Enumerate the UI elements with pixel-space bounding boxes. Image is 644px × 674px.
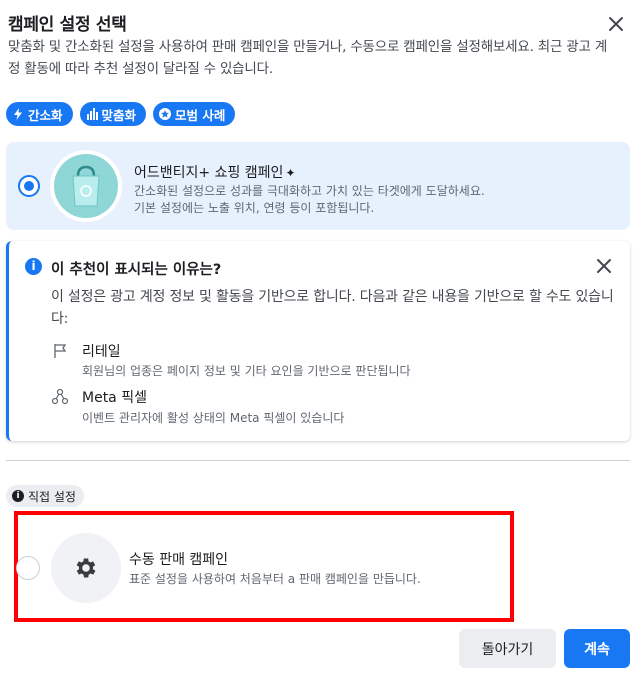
recommended-thumbnail bbox=[50, 150, 122, 222]
star-icon bbox=[159, 108, 172, 120]
recommended-subtitle-2: 기본 설정에는 노출 위치, 연령 등이 포함됩니다. bbox=[134, 201, 375, 215]
info-icon: i bbox=[12, 490, 24, 502]
bolt-icon bbox=[14, 108, 22, 120]
flag-icon bbox=[54, 344, 67, 358]
recommendation-info-card: i 이 추천이 표시되는 이유는? 이 설정은 광고 계정 정보 및 활동을 기… bbox=[6, 241, 630, 441]
shopping-bag-icon bbox=[72, 165, 100, 207]
chip-label: 간소화 bbox=[28, 107, 63, 123]
recommended-radio[interactable] bbox=[18, 175, 40, 197]
recommended-subtitle-1: 간소화된 설정으로 성과를 극대화하고 가치 있는 타겟에게 도달하세요. bbox=[134, 184, 485, 198]
manual-subtitle: 표준 설정을 사용하여 처음부터 a 판매 캠페인을 만듭니다. bbox=[129, 572, 421, 586]
dialog-title: 캠페인 설정 선택 bbox=[8, 15, 127, 35]
recommended-option-card[interactable]: 어드밴티지+ 쇼핑 캠페인 ✦ 간소화된 설정으로 성과를 극대화하고 가치 있는… bbox=[6, 142, 630, 230]
bar-chart-icon bbox=[86, 108, 98, 120]
recommended-title: 어드밴티지+ 쇼핑 캠페인 ✦ bbox=[134, 162, 296, 182]
sparkle-icon: ✦ bbox=[285, 166, 296, 180]
chip-label: 모범 사례 bbox=[175, 107, 226, 123]
close-icon[interactable] bbox=[605, 13, 627, 35]
manual-radio[interactable] bbox=[16, 556, 40, 580]
close-icon[interactable] bbox=[595, 257, 613, 275]
chip-best-practices[interactable]: 모범 사례 bbox=[153, 102, 236, 126]
pixel-icon bbox=[51, 388, 69, 405]
manual-setup-badge: i 직접 설정 bbox=[6, 485, 84, 507]
reason-title: Meta 픽셀 bbox=[82, 390, 147, 406]
chip-customized[interactable]: 맞춤화 bbox=[79, 102, 147, 126]
info-icon: i bbox=[25, 258, 42, 275]
dialog-description: 맞춤화 및 간소화된 설정을 사용하여 판매 캠페인을 만들거나, 수동으로 캠… bbox=[8, 39, 608, 77]
info-title: 이 추천이 표시되는 이유는? bbox=[51, 262, 222, 278]
reason-title: 리테일 bbox=[82, 344, 121, 360]
chip-simplified[interactable]: 간소화 bbox=[6, 102, 73, 126]
back-button[interactable]: 돌아가기 bbox=[459, 629, 556, 668]
feature-chips: 간소화 맞춤화 모범 사례 bbox=[6, 102, 236, 126]
gear-icon bbox=[76, 558, 96, 578]
reason-subtitle: 회원님의 업종은 페이지 정보 및 기타 요인을 기반으로 판단됩니다 bbox=[82, 364, 411, 378]
reason-subtitle: 이벤트 관리자에 활성 상태의 Meta 픽셀이 있습니다 bbox=[82, 411, 345, 425]
recommended-title-text: 어드밴티지+ 쇼핑 캠페인 bbox=[134, 165, 284, 181]
manual-thumbnail bbox=[51, 533, 121, 603]
badge-label: 직접 설정 bbox=[28, 489, 76, 504]
manual-title: 수동 판매 캠페인 bbox=[129, 552, 229, 568]
info-body: 이 설정은 광고 계정 정보 및 활동을 기반으로 합니다. 다음과 같은 내용… bbox=[51, 289, 614, 327]
continue-button[interactable]: 계속 bbox=[564, 629, 630, 668]
chip-label: 맞춤화 bbox=[101, 107, 137, 123]
section-divider bbox=[6, 460, 630, 461]
